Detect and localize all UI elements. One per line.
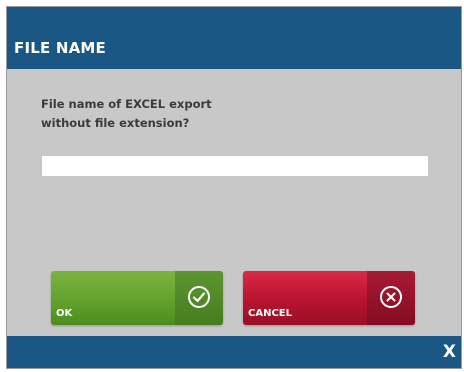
ok-icon-box bbox=[175, 271, 223, 325]
cancel-button-label: CANCEL bbox=[248, 308, 292, 319]
ok-button-label: OK bbox=[56, 308, 73, 319]
file-name-dialog: FILE NAME File name of EXCEL export with… bbox=[6, 6, 462, 369]
dialog-header: FILE NAME bbox=[7, 7, 461, 69]
cancel-icon-box bbox=[367, 271, 415, 325]
dialog-footer: X bbox=[7, 336, 461, 368]
x-circle-icon bbox=[380, 286, 402, 308]
prompt-text: File name of EXCEL export without file e… bbox=[41, 97, 212, 130]
file-name-input[interactable] bbox=[42, 156, 428, 176]
cancel-button[interactable]: CANCEL bbox=[243, 271, 415, 325]
check-circle-icon bbox=[188, 286, 210, 308]
close-button[interactable]: X bbox=[443, 342, 456, 362]
ok-button[interactable]: OK bbox=[51, 271, 223, 325]
dialog-title: FILE NAME bbox=[14, 39, 106, 57]
